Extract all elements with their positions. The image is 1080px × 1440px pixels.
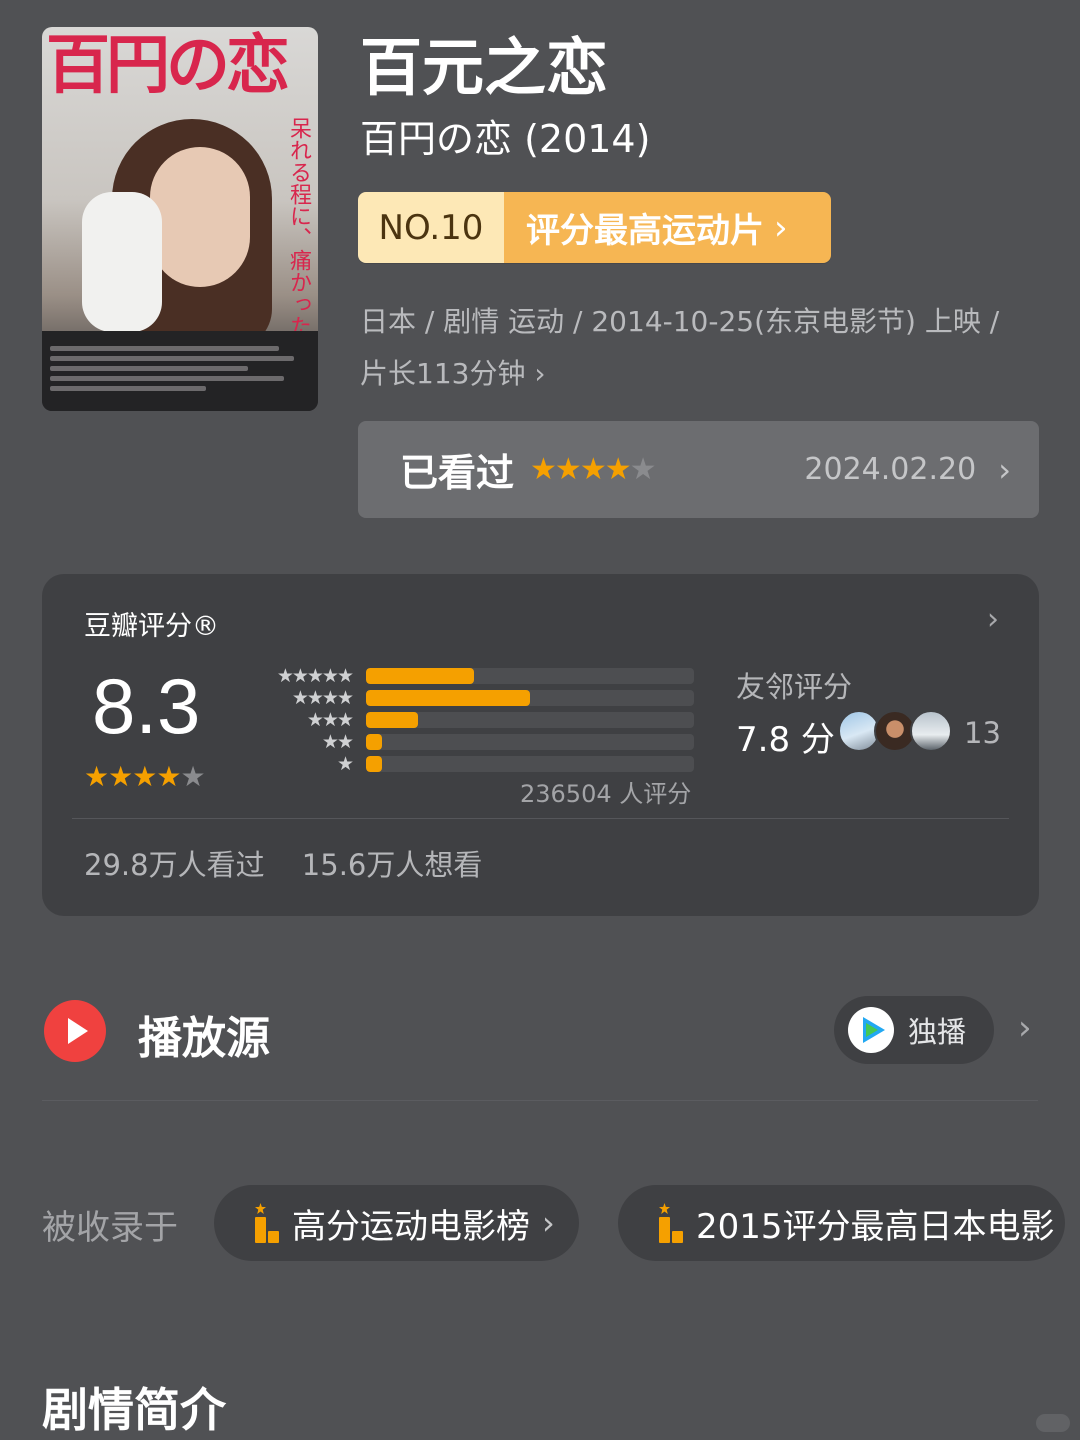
- list-chip-label: 高分运动电影榜: [292, 1206, 530, 1247]
- distribution-stars: ★: [336, 753, 354, 775]
- star-icon: ★: [629, 452, 657, 487]
- distribution-track: [366, 712, 694, 728]
- watched-date: 2024.02.20: [804, 452, 977, 487]
- douban-rating-card[interactable]: 豆瓣评分® › 8.3 ★★★★★ ★★★★★ ★★★★ ★★★ ★★ ★ 236504…: [42, 574, 1039, 916]
- list-chip-sports[interactable]: 高分运动电影榜 ›: [214, 1185, 579, 1261]
- distribution-track: [366, 756, 694, 772]
- star-icon: ★: [108, 760, 133, 793]
- chevron-right-icon: ›: [542, 1204, 555, 1242]
- rating-count: 236504 人评分: [520, 780, 692, 808]
- poster-tagline: 呆れる程に、痛かった。: [286, 117, 311, 359]
- rating-stats: 29.8万人看过 15.6万人想看: [84, 842, 482, 884]
- rank-badge[interactable]: NO.10 评分最高运动片 ›: [358, 192, 831, 263]
- distribution-row: ★: [252, 753, 742, 775]
- synopsis-title: 剧情简介: [42, 1383, 226, 1437]
- play-source-title: 播放源: [138, 1013, 270, 1064]
- podium-icon: [242, 1203, 282, 1243]
- rank-number: NO.10: [358, 192, 504, 263]
- poster-credits: [42, 331, 318, 411]
- movie-title: 百元之恋: [360, 31, 609, 104]
- want-count: 15.6万人想看: [301, 848, 483, 882]
- distribution-bar: [366, 668, 475, 684]
- distribution-bar: [366, 690, 530, 706]
- meta-line-1: 日本 / 剧情 运动 / 2014-10-25(东京电影节) 上映 /: [360, 305, 1000, 338]
- distribution-row: ★★★★★: [252, 665, 742, 687]
- poster-figure-face: [150, 147, 250, 287]
- divider: [72, 818, 1009, 819]
- star-icon: ★: [156, 760, 181, 793]
- list-chip-japan-2015[interactable]: 2015评分最高日本电影: [618, 1185, 1065, 1261]
- poster-title: 百円の恋: [46, 28, 290, 103]
- list-chip-label: 2015评分最高日本电影: [696, 1206, 1055, 1247]
- rank-label: 评分最高运动片 ›: [504, 192, 831, 263]
- star-icon: ★: [604, 452, 632, 487]
- star-icon: ★: [132, 760, 157, 793]
- rating-score: 8.3: [92, 662, 201, 750]
- distribution-bar: [366, 712, 419, 728]
- movie-poster[interactable]: 百円の恋 呆れる程に、痛かった。: [42, 27, 318, 411]
- friends-rating-score: 7.8 分: [736, 720, 835, 760]
- divider: [42, 1100, 1038, 1101]
- friends-count: 13: [964, 716, 1001, 750]
- movie-original-title: 百円の恋 (2014): [360, 117, 651, 161]
- distribution-stars: ★★★: [306, 709, 354, 731]
- watched-stars: ★★★★★: [530, 452, 657, 487]
- distribution-bar: [366, 756, 383, 772]
- distribution-track: [366, 734, 694, 750]
- distribution-row: ★★★: [252, 709, 742, 731]
- exclusive-label: 独播: [908, 1015, 967, 1049]
- watched-status-bar[interactable]: 已看过 ★★★★★ 2024.02.20 ›: [358, 421, 1039, 518]
- movie-meta[interactable]: 日本 / 剧情 运动 / 2014-10-25(东京电影节) 上映 / 片长11…: [360, 296, 1050, 400]
- distribution-stars: ★★★★★: [276, 665, 354, 687]
- friends-rating[interactable]: 友邻评分 7.8 分 13: [736, 664, 1001, 760]
- distribution-row: ★★★★: [252, 687, 742, 709]
- collected-in-label: 被收录于: [42, 1208, 178, 1248]
- meta-line-2: 片长113分钟 ›: [360, 357, 546, 390]
- star-icon: ★: [530, 452, 557, 487]
- rank-label-text: 评分最高运动片: [526, 211, 764, 251]
- chevron-right-icon: ›: [998, 450, 1011, 489]
- avatar: [910, 710, 952, 752]
- distribution-track: [366, 690, 694, 706]
- star-icon: ★: [84, 760, 109, 793]
- watched-label: 已看过: [400, 451, 515, 495]
- star-icon: ★: [180, 760, 205, 793]
- chevron-right-icon: ›: [774, 207, 788, 248]
- distribution-stars: ★★★★: [291, 687, 354, 709]
- rating-title: 豆瓣评分®: [84, 611, 219, 642]
- rating-stars: ★★★★★: [84, 760, 206, 793]
- star-icon: ★: [579, 452, 607, 487]
- podium-icon: [646, 1203, 686, 1243]
- friends-rating-label: 友邻评分: [736, 670, 853, 704]
- distribution-track: [366, 668, 694, 684]
- friend-avatars: [838, 710, 958, 754]
- poster-figure-hand: [82, 192, 162, 332]
- distribution-bar: [366, 734, 383, 750]
- chevron-right-icon[interactable]: ›: [1018, 1008, 1032, 1048]
- star-icon: ★: [554, 452, 582, 487]
- distribution-stars: ★★: [321, 731, 354, 753]
- distribution-row: ★★: [252, 731, 742, 753]
- tencent-video-icon: [848, 1007, 894, 1053]
- play-source-icon: [44, 1000, 106, 1062]
- exclusive-platform-button[interactable]: 独播: [834, 996, 994, 1064]
- chevron-right-icon: ›: [987, 602, 999, 637]
- watermark: [1036, 1414, 1070, 1432]
- watched-count: 29.8万人看过: [84, 848, 265, 882]
